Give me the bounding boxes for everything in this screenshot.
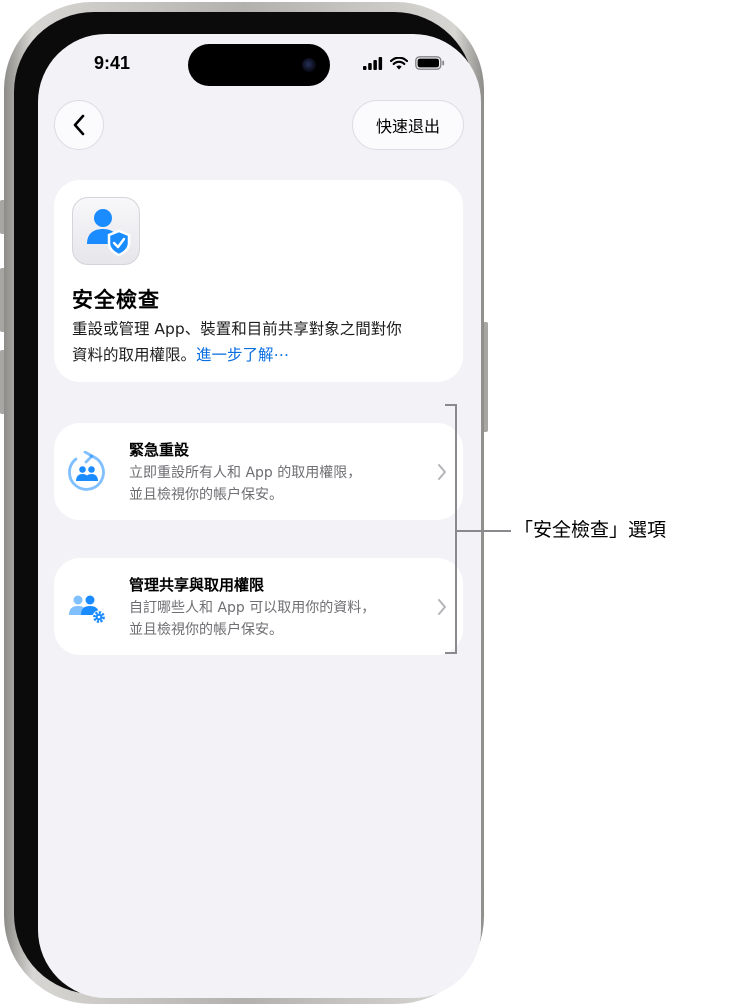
manage-sharing-description: 自訂哪些人和 App 可以取用你的資料， 並且檢視你的帳户保安。 [129,597,419,641]
manage-sharing-option[interactable]: 管理共享與取用權限 自訂哪些人和 App 可以取用你的資料， 並且檢視你的帳户保… [54,558,463,655]
battery-icon [415,56,445,70]
emergency-reset-line2: 並且檢視你的帳户保安。 [129,487,283,503]
manage-sharing-icon [69,595,106,624]
quick-exit-button[interactable]: 快速退出 [352,100,464,150]
dynamic-island [188,44,330,86]
emergency-reset-icon [68,451,105,491]
learn-more-link[interactable]: 進一步了解⋯ [196,346,289,364]
status-icons [363,56,445,70]
emergency-reset-description: 立即重設所有人和 App 的取用權限， 並且檢視你的帳户保安。 [129,462,419,506]
manage-sharing-line2: 並且檢視你的帳户保安。 [129,622,283,638]
safety-check-app-icon [72,197,140,265]
manage-sharing-line1: 自訂哪些人和 App 可以取用你的資料， [129,600,376,616]
intro-description-line2: 資料的取用權限。 [72,346,197,364]
status-time: 9:41 [94,53,131,73]
wifi-icon [390,56,408,69]
emergency-reset-option[interactable]: 緊急重設 立即重設所有人和 App 的取用權限， 並且檢視你的帳户保安。 [54,423,463,520]
callout-label: 「安全檢查」選項 [514,519,667,541]
back-button[interactable] [54,100,104,150]
phone-screen: 9:41 快速退出 安全檢查 重設或管理 App、裝置和目前共享對象之間對你 資… [38,34,481,998]
callout-bracket [445,404,457,654]
phone-frame: 9:41 快速退出 安全檢查 重設或管理 App、裝置和目前共享對象之間對你 資… [4,2,484,1004]
cellular-signal-icon [363,56,383,70]
intro-description-line1: 重設或管理 App、裝置和目前共享對象之間對你 [72,320,402,338]
safety-check-intro-card: 安全檢查 重設或管理 App、裝置和目前共享對象之間對你 資料的取用權限。進一步… [54,180,463,382]
person-shield-icon [87,209,131,257]
emergency-reset-line1: 立即重設所有人和 App 的取用權限， [129,465,362,481]
chevron-left-icon [73,114,85,136]
callout-leader-line [457,530,511,532]
intro-description: 重設或管理 App、裝置和目前共享對象之間對你 資料的取用權限。進一步了解⋯ [72,316,452,368]
emergency-reset-title: 緊急重設 [129,441,190,459]
manage-sharing-title: 管理共享與取用權限 [129,576,265,594]
page-title: 安全檢查 [72,288,160,312]
